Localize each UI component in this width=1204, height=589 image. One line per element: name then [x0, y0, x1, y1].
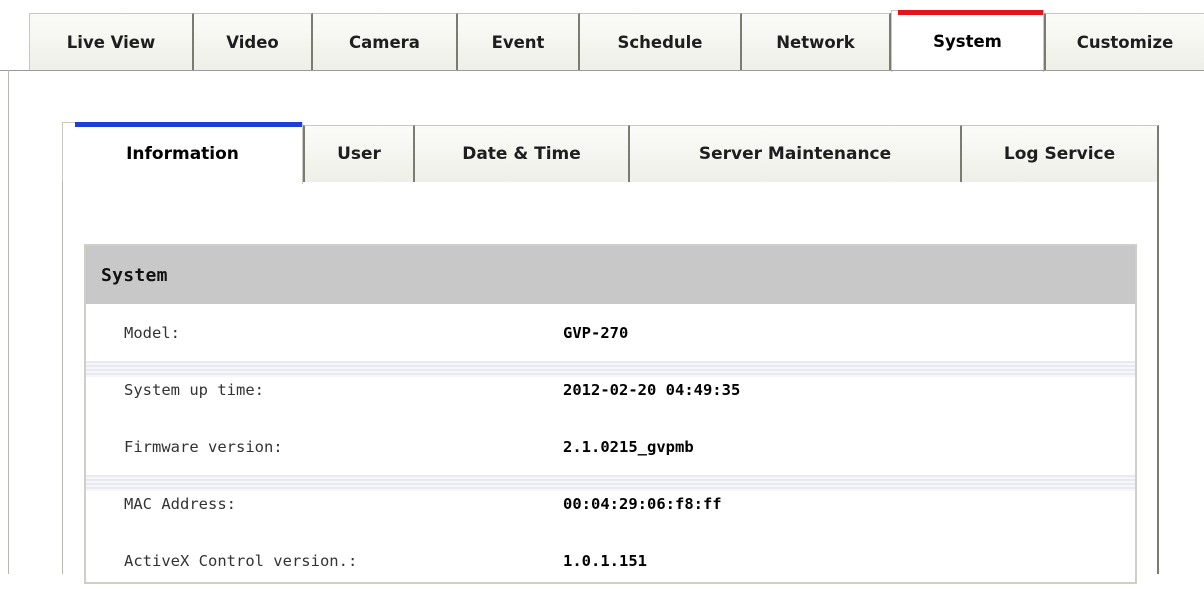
- info-row-model: Model: GVP-270: [86, 304, 1135, 361]
- info-row-activex: ActiveX Control version.: 1.0.1.151: [86, 532, 1135, 589]
- subtab-log-service[interactable]: Log Service: [962, 125, 1159, 182]
- subtab-server-maintenance[interactable]: Server Maintenance: [630, 125, 962, 182]
- row-value: GVP-270: [563, 323, 629, 342]
- info-row-uptime: System up time: 2012-02-20 04:49:35: [86, 361, 1135, 418]
- row-label: Model:: [124, 323, 180, 342]
- row-value: 2012-02-20 04:49:35: [563, 380, 741, 399]
- panel-title: System: [86, 246, 1135, 304]
- subtab-date-time[interactable]: Date & Time: [415, 125, 630, 182]
- info-row-firmware: Firmware version: 2.1.0215_gvpmb: [86, 418, 1135, 475]
- row-label: System up time:: [124, 380, 264, 399]
- row-value: 2.1.0215_gvpmb: [563, 437, 694, 456]
- row-label: Firmware version:: [124, 437, 283, 456]
- row-label: MAC Address:: [124, 494, 236, 513]
- row-label: ActiveX Control version.:: [124, 551, 358, 570]
- subtab-user[interactable]: User: [303, 125, 415, 182]
- row-value: 00:04:29:06:f8:ff: [563, 494, 722, 513]
- system-subnav: Information User Date & Time Server Main…: [0, 0, 1204, 185]
- row-value: 1.0.1.151: [563, 551, 647, 570]
- system-info-panel: System Model: GVP-270 System up time: 20…: [84, 244, 1137, 584]
- subtab-information[interactable]: Information: [62, 122, 303, 184]
- info-row-mac-address: MAC Address: 00:04:29:06:f8:ff: [86, 475, 1135, 532]
